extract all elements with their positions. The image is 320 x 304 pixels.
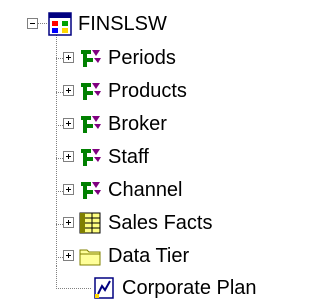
folder-icon <box>79 249 101 266</box>
tree-node-label[interactable]: FINSLSW <box>76 12 169 36</box>
fact-table-icon <box>79 212 101 234</box>
expand-toggle[interactable] <box>63 52 74 63</box>
tree-node-sales-facts[interactable]: Sales Facts <box>0 207 287 239</box>
tree-node-label[interactable]: Products <box>106 79 189 103</box>
dimension-hierarchy-icon <box>81 149 101 166</box>
tree-node-channel[interactable]: Channel <box>0 174 287 206</box>
dimension-hierarchy-icon <box>81 83 101 100</box>
collapse-toggle[interactable] <box>27 18 38 29</box>
dimension-hierarchy-icon <box>81 116 101 133</box>
expand-toggle[interactable] <box>63 85 74 96</box>
cube-database-icon <box>48 12 72 36</box>
expand-toggle[interactable] <box>63 250 74 261</box>
tree-node-periods[interactable]: Periods <box>0 42 287 74</box>
tree-node-label[interactable]: Data Tier <box>106 244 191 268</box>
expand-toggle[interactable] <box>63 118 74 129</box>
expand-toggle[interactable] <box>63 151 74 162</box>
tree-node-products[interactable]: Products <box>0 75 287 107</box>
tree-node-finslsw[interactable]: FINSLSW <box>0 8 287 40</box>
tree-view: FINSLSW Periods Products Broker Staff Ch… <box>0 0 287 300</box>
dimension-hierarchy-icon <box>81 50 101 67</box>
dimension-hierarchy-icon <box>81 182 101 199</box>
tree-connector <box>38 23 47 24</box>
tree-node-data-tier[interactable]: Data Tier <box>0 240 287 272</box>
tree-node-label[interactable]: Corporate Plan <box>120 276 259 300</box>
expand-toggle[interactable] <box>63 217 74 228</box>
tree-node-label[interactable]: Staff <box>106 145 151 169</box>
plan-document-icon <box>94 277 114 299</box>
tree-node-label[interactable]: Channel <box>106 178 185 202</box>
tree-node-label[interactable]: Broker <box>106 112 169 136</box>
tree-node-label[interactable]: Sales Facts <box>106 211 214 235</box>
tree-node-label[interactable]: Periods <box>106 46 178 70</box>
tree-node-corporate-plan[interactable]: Corporate Plan <box>0 272 287 304</box>
expand-toggle[interactable] <box>63 184 74 195</box>
tree-node-staff[interactable]: Staff <box>0 141 287 173</box>
tree-node-broker[interactable]: Broker <box>0 108 287 140</box>
